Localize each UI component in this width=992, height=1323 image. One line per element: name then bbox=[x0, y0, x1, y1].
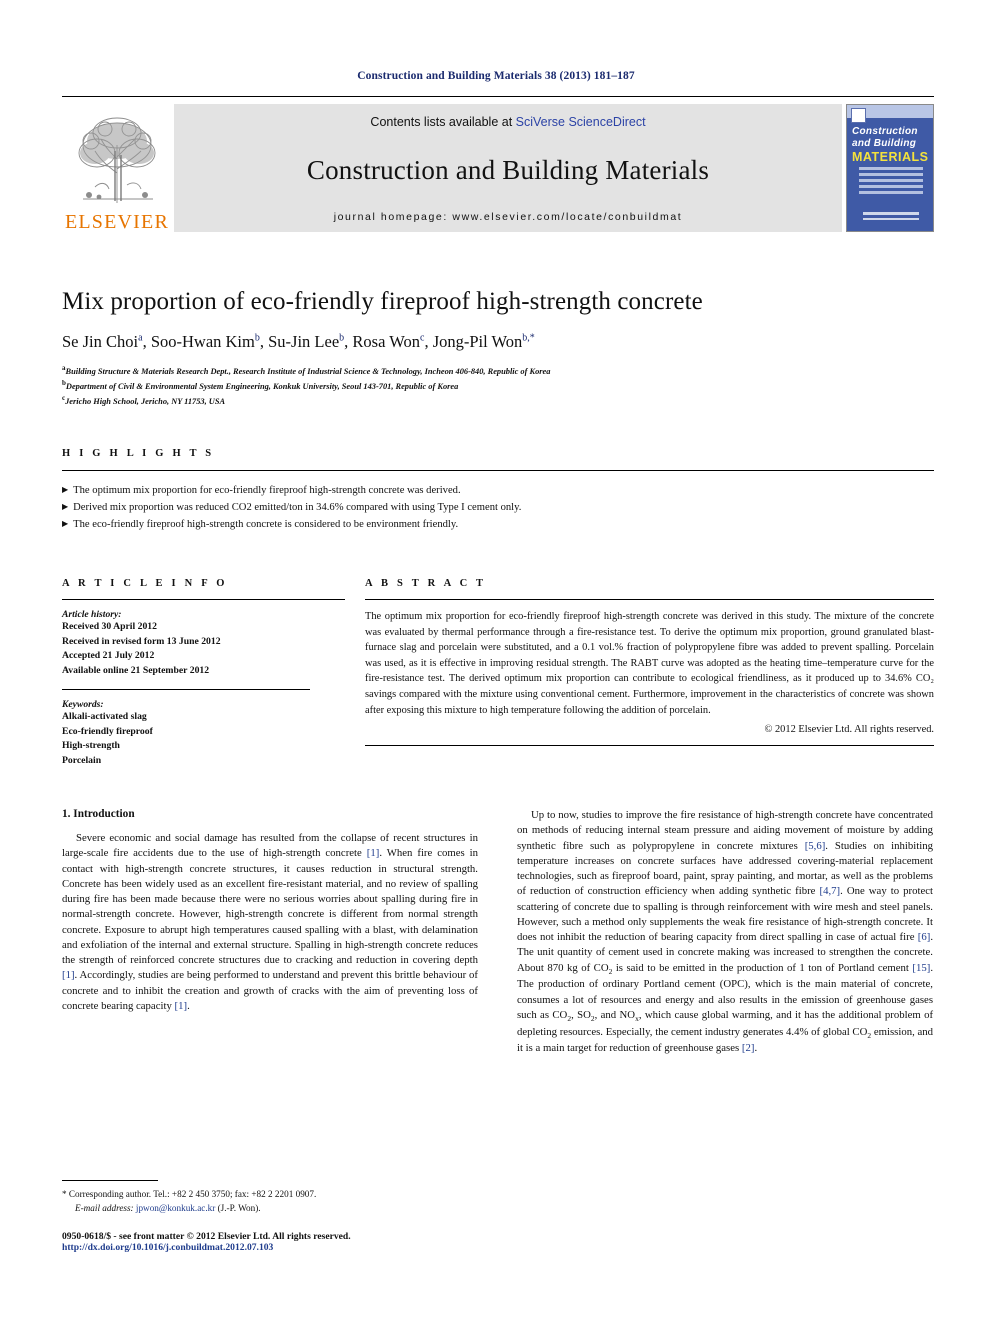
issn-copyright-line: 0950-0618/$ - see front matter © 2012 El… bbox=[62, 1231, 351, 1242]
contents-prefix: Contents lists available at bbox=[370, 115, 516, 129]
section-heading-introduction: 1. Introduction bbox=[62, 808, 135, 820]
abstract-bottom-rule bbox=[365, 745, 934, 747]
highlight-item: ▶ Derived mix proportion was reduced CO2… bbox=[62, 499, 934, 516]
email-address-label: E-mail address: bbox=[75, 1202, 134, 1213]
author-affiliation-marker: b,* bbox=[522, 332, 535, 344]
journal-title: Construction and Building Materials bbox=[306, 154, 710, 185]
article-info-column: A R T I C L E I N F O Article history: R… bbox=[62, 578, 345, 768]
corresponding-author-footnote: * Corresponding author. Tel.: +82 2 450 … bbox=[62, 1180, 478, 1216]
triangle-right-icon: ▶ bbox=[62, 519, 69, 529]
journal-homepage-link[interactable]: journal homepage: www.elsevier.com/locat… bbox=[334, 211, 683, 223]
journal-cover-thumbnail: Construction and Building MATERIALS bbox=[846, 104, 934, 232]
article-page: Construction and Building Materials 38 (… bbox=[0, 0, 992, 1323]
asterisk-icon: * bbox=[62, 1189, 67, 1199]
abstract-text: The optimum mix proportion for eco-frien… bbox=[365, 611, 934, 716]
sciencedirect-link[interactable]: SciVerse ScienceDirect bbox=[516, 115, 646, 129]
info-abstract-block: A R T I C L E I N F O Article history: R… bbox=[62, 578, 934, 768]
abstract-heading: A B S T R A C T bbox=[365, 578, 487, 589]
author[interactable]: Su-Jin Leeb bbox=[268, 332, 344, 351]
history-online: Available online 21 September 2012 bbox=[62, 664, 210, 676]
colophon: 0950-0618/$ - see front matter © 2012 El… bbox=[62, 1231, 582, 1253]
intro-paragraph-left: Severe economic and social damage has re… bbox=[62, 832, 479, 1012]
affiliation-list: aBuilding Structure & Materials Research… bbox=[62, 363, 934, 408]
highlights-rule bbox=[62, 470, 934, 471]
keyword-item: High-strength bbox=[62, 740, 120, 752]
footnote-contact-text: Corresponding author. Tel.: +82 2 450 37… bbox=[68, 1189, 317, 1199]
author[interactable]: Soo-Hwan Kimb bbox=[151, 332, 260, 351]
keywords-label: Keywords: bbox=[62, 699, 104, 711]
highlight-item: ▶ The optimum mix proportion for eco-fri… bbox=[62, 482, 934, 499]
elsevier-wordmark: ELSEVIER bbox=[64, 211, 170, 233]
author-affiliation-marker: c bbox=[419, 332, 425, 344]
affiliation: aBuilding Structure & Materials Research… bbox=[62, 364, 551, 376]
highlight-item: ▶ The eco-friendly fireproof high-streng… bbox=[62, 516, 934, 533]
cover-footer-lines bbox=[863, 212, 919, 223]
highlight-text: The optimum mix proportion for eco-frien… bbox=[73, 485, 461, 496]
masthead-banner: Contents lists available at SciVerse Sci… bbox=[174, 104, 842, 232]
keyword-item: Alkali-activated slag bbox=[62, 711, 147, 723]
footnote-rule bbox=[62, 1180, 158, 1181]
article-history-label: Article history: bbox=[62, 609, 122, 620]
author[interactable]: Jong-Pil Wonb,* bbox=[433, 332, 535, 351]
author[interactable]: Se Jin Choia bbox=[62, 332, 143, 351]
article-info-rule bbox=[62, 599, 345, 600]
keywords-divider bbox=[62, 689, 310, 691]
affiliation: bDepartment of Civil & Environmental Sys… bbox=[62, 378, 459, 391]
abstract-copyright: © 2012 Elsevier Ltd. All rights reserved… bbox=[764, 724, 935, 736]
highlight-text: Derived mix proportion was reduced CO2 e… bbox=[73, 502, 522, 514]
keyword-item: Porcelain bbox=[62, 754, 102, 766]
author-list: Se Jin Choia, Soo-Hwan Kimb, Su-Jin Leeb… bbox=[62, 332, 535, 351]
body-column-right: Up to now, studies to improve the fire r… bbox=[517, 808, 933, 1057]
footnote-email: E-mail address: jpwon@konkuk.ac.kr (J.-P… bbox=[62, 1202, 478, 1216]
cover-publisher-mark bbox=[851, 108, 866, 123]
elsevier-tree-icon bbox=[65, 111, 169, 211]
affiliation: cJericho High School, Jericho, NY 11753,… bbox=[62, 393, 226, 406]
elsevier-logo: ELSEVIER bbox=[62, 104, 172, 232]
email-link[interactable]: jpwon@konkuk.ac.kr bbox=[136, 1203, 215, 1213]
author-affiliation-marker: a bbox=[138, 332, 143, 344]
cover-title-line-3: MATERIALS bbox=[852, 150, 929, 164]
abstract-rule bbox=[365, 599, 934, 600]
abstract-column: A B S T R A C T The optimum mix proporti… bbox=[365, 578, 934, 768]
highlight-text: The eco-friendly fireproof high-strength… bbox=[73, 519, 459, 531]
contents-lists-line: Contents lists available at SciVerse Sci… bbox=[370, 115, 645, 129]
history-received: Received 30 April 2012 bbox=[62, 621, 157, 632]
author[interactable]: Rosa Wonc bbox=[352, 332, 424, 351]
running-head: Construction and Building Materials 38 (… bbox=[357, 70, 635, 82]
cover-title-line-1: Construction bbox=[852, 126, 918, 137]
body-column-left: 1. Introduction Severe economic and soci… bbox=[62, 808, 478, 1057]
highlights-section: H I G H L I G H T S ▶ The optimum mix pr… bbox=[62, 448, 934, 533]
article-info-heading: A R T I C L E I N F O bbox=[62, 578, 228, 589]
footnote-contact: * Corresponding author. Tel.: +82 2 450 … bbox=[62, 1188, 478, 1202]
email-owner: (J.-P. Won). bbox=[217, 1202, 261, 1213]
highlights-list: ▶ The optimum mix proportion for eco-fri… bbox=[62, 482, 934, 533]
page-title: Mix proportion of eco-friendly fireproof… bbox=[62, 288, 703, 315]
triangle-right-icon: ▶ bbox=[62, 502, 69, 512]
intro-paragraph-right: Up to now, studies to improve the fire r… bbox=[517, 809, 934, 1055]
highlights-heading: H I G H L I G H T S bbox=[62, 448, 215, 459]
author-affiliation-marker: b bbox=[254, 332, 260, 344]
history-accepted: Accepted 21 July 2012 bbox=[62, 650, 155, 662]
body-columns: 1. Introduction Severe economic and soci… bbox=[62, 808, 934, 1057]
cover-blurb-lines bbox=[859, 167, 923, 197]
triangle-right-icon: ▶ bbox=[62, 485, 69, 494]
doi-link[interactable]: http://dx.doi.org/10.1016/j.conbuildmat.… bbox=[62, 1242, 582, 1253]
author-affiliation-marker: b bbox=[339, 332, 345, 344]
masthead-top-rule bbox=[62, 96, 934, 97]
history-revised: Received in revised form 13 June 2012 bbox=[62, 635, 221, 647]
title-block: Mix proportion of eco-friendly fireproof… bbox=[62, 288, 934, 408]
keyword-item: Eco-friendly fireproof bbox=[62, 725, 153, 737]
cover-title-line-2: and Building bbox=[852, 138, 917, 149]
journal-masthead: ELSEVIER Contents lists available at Sci… bbox=[62, 96, 934, 232]
